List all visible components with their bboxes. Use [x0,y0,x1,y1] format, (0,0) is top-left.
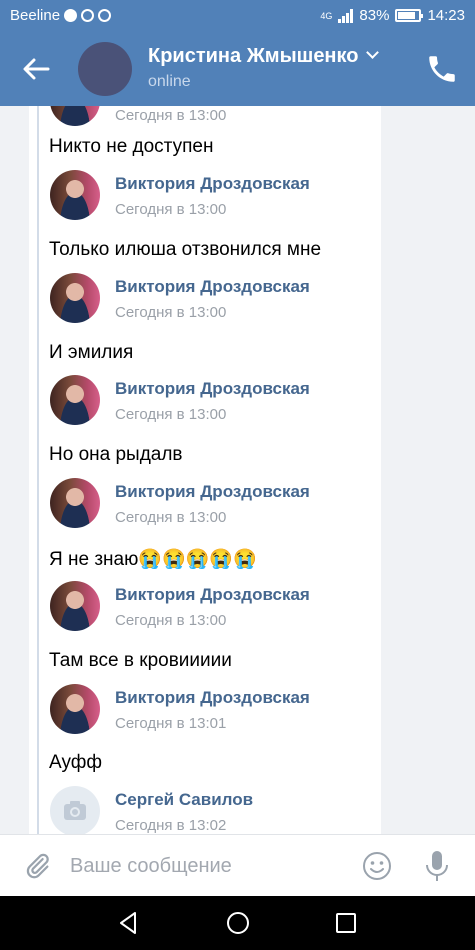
avatar [50,170,100,220]
chevron-down-icon [366,46,380,59]
battery-percent: 83% [359,7,390,24]
network-type: 4G [320,10,333,21]
avatar [50,375,100,425]
contact-name-button[interactable]: Кристина Жмышенко [148,45,380,68]
emoji-button[interactable] [360,849,394,883]
system-nav-bar [0,896,475,950]
message-text: Только илюша отзвонился мне [49,239,322,260]
author-name[interactable]: Сергей Савилов [115,790,253,810]
author-name[interactable]: Виктория Дроздовская [115,277,310,297]
phone-icon [429,56,455,82]
battery-icon [395,9,424,22]
avatar [50,684,100,734]
message-input[interactable] [68,847,342,885]
message-time: Сегодня в 13:02 [115,817,227,834]
settings-icon [81,9,95,22]
notification-icon [64,9,78,22]
message-text: Я не знаю😭😭😭😭😭 [49,549,257,570]
author-name[interactable]: Виктория Дроздовская [115,688,310,708]
message-text: И эмилия [49,342,134,363]
attach-button[interactable] [22,851,52,881]
author-name[interactable]: Виктория Дроздовская [115,379,310,399]
chat-header: Кристина Жмышенко online [0,32,475,106]
message-text: Там все в кровиииии [49,650,232,671]
message-list[interactable]: Сегодня в 13:00 Никто не доступен Виктор… [0,106,475,834]
nav-recent-icon [336,913,356,933]
paperclip-icon [26,853,49,879]
message-time: Сегодня в 13:00 [115,612,227,629]
emoji-icon [363,852,391,880]
back-button[interactable] [14,51,54,87]
contact-avatar[interactable] [78,42,132,96]
author-name[interactable]: Виктория Дроздовская [115,482,310,502]
nav-back-button[interactable] [115,909,143,937]
call-button[interactable] [425,52,459,86]
contact-status: online [148,73,191,90]
message-time: Сегодня в 13:00 [115,107,227,124]
nav-back-icon [120,912,136,934]
author-name[interactable]: Виктория Дроздовская [115,585,310,605]
microphone-icon [426,851,448,881]
message-time: Сегодня в 13:00 [115,201,227,218]
back-arrow-icon [23,58,50,80]
message-text: Но она рыдалв [49,444,183,465]
camera-icon [64,801,86,820]
message-text: Никто не доступен [49,136,214,157]
carrier-label: Beeline [10,7,61,24]
avatar [50,581,100,631]
nav-home-button[interactable] [224,909,252,937]
message-time: Сегодня в 13:01 [115,715,227,732]
message-time: Сегодня в 13:00 [115,406,227,423]
message-time: Сегодня в 13:00 [115,509,227,526]
nav-recent-button[interactable] [332,909,360,937]
message-time: Сегодня в 13:00 [115,304,227,321]
message-text: Ауфф [49,752,103,773]
signal-icon [338,8,354,23]
avatar [50,478,100,528]
message-composer [0,834,475,896]
author-name[interactable]: Виктория Дроздовская [115,174,310,194]
avatar [50,273,100,323]
sync-icon [98,9,112,22]
voice-record-button[interactable] [422,848,452,884]
avatar [50,786,100,834]
contact-name: Кристина Жмышенко [148,45,359,67]
status-bar: Beeline 4G 83% 14:23 [0,0,475,841]
nav-home-icon [227,912,249,934]
clock: 14:23 [427,7,465,24]
